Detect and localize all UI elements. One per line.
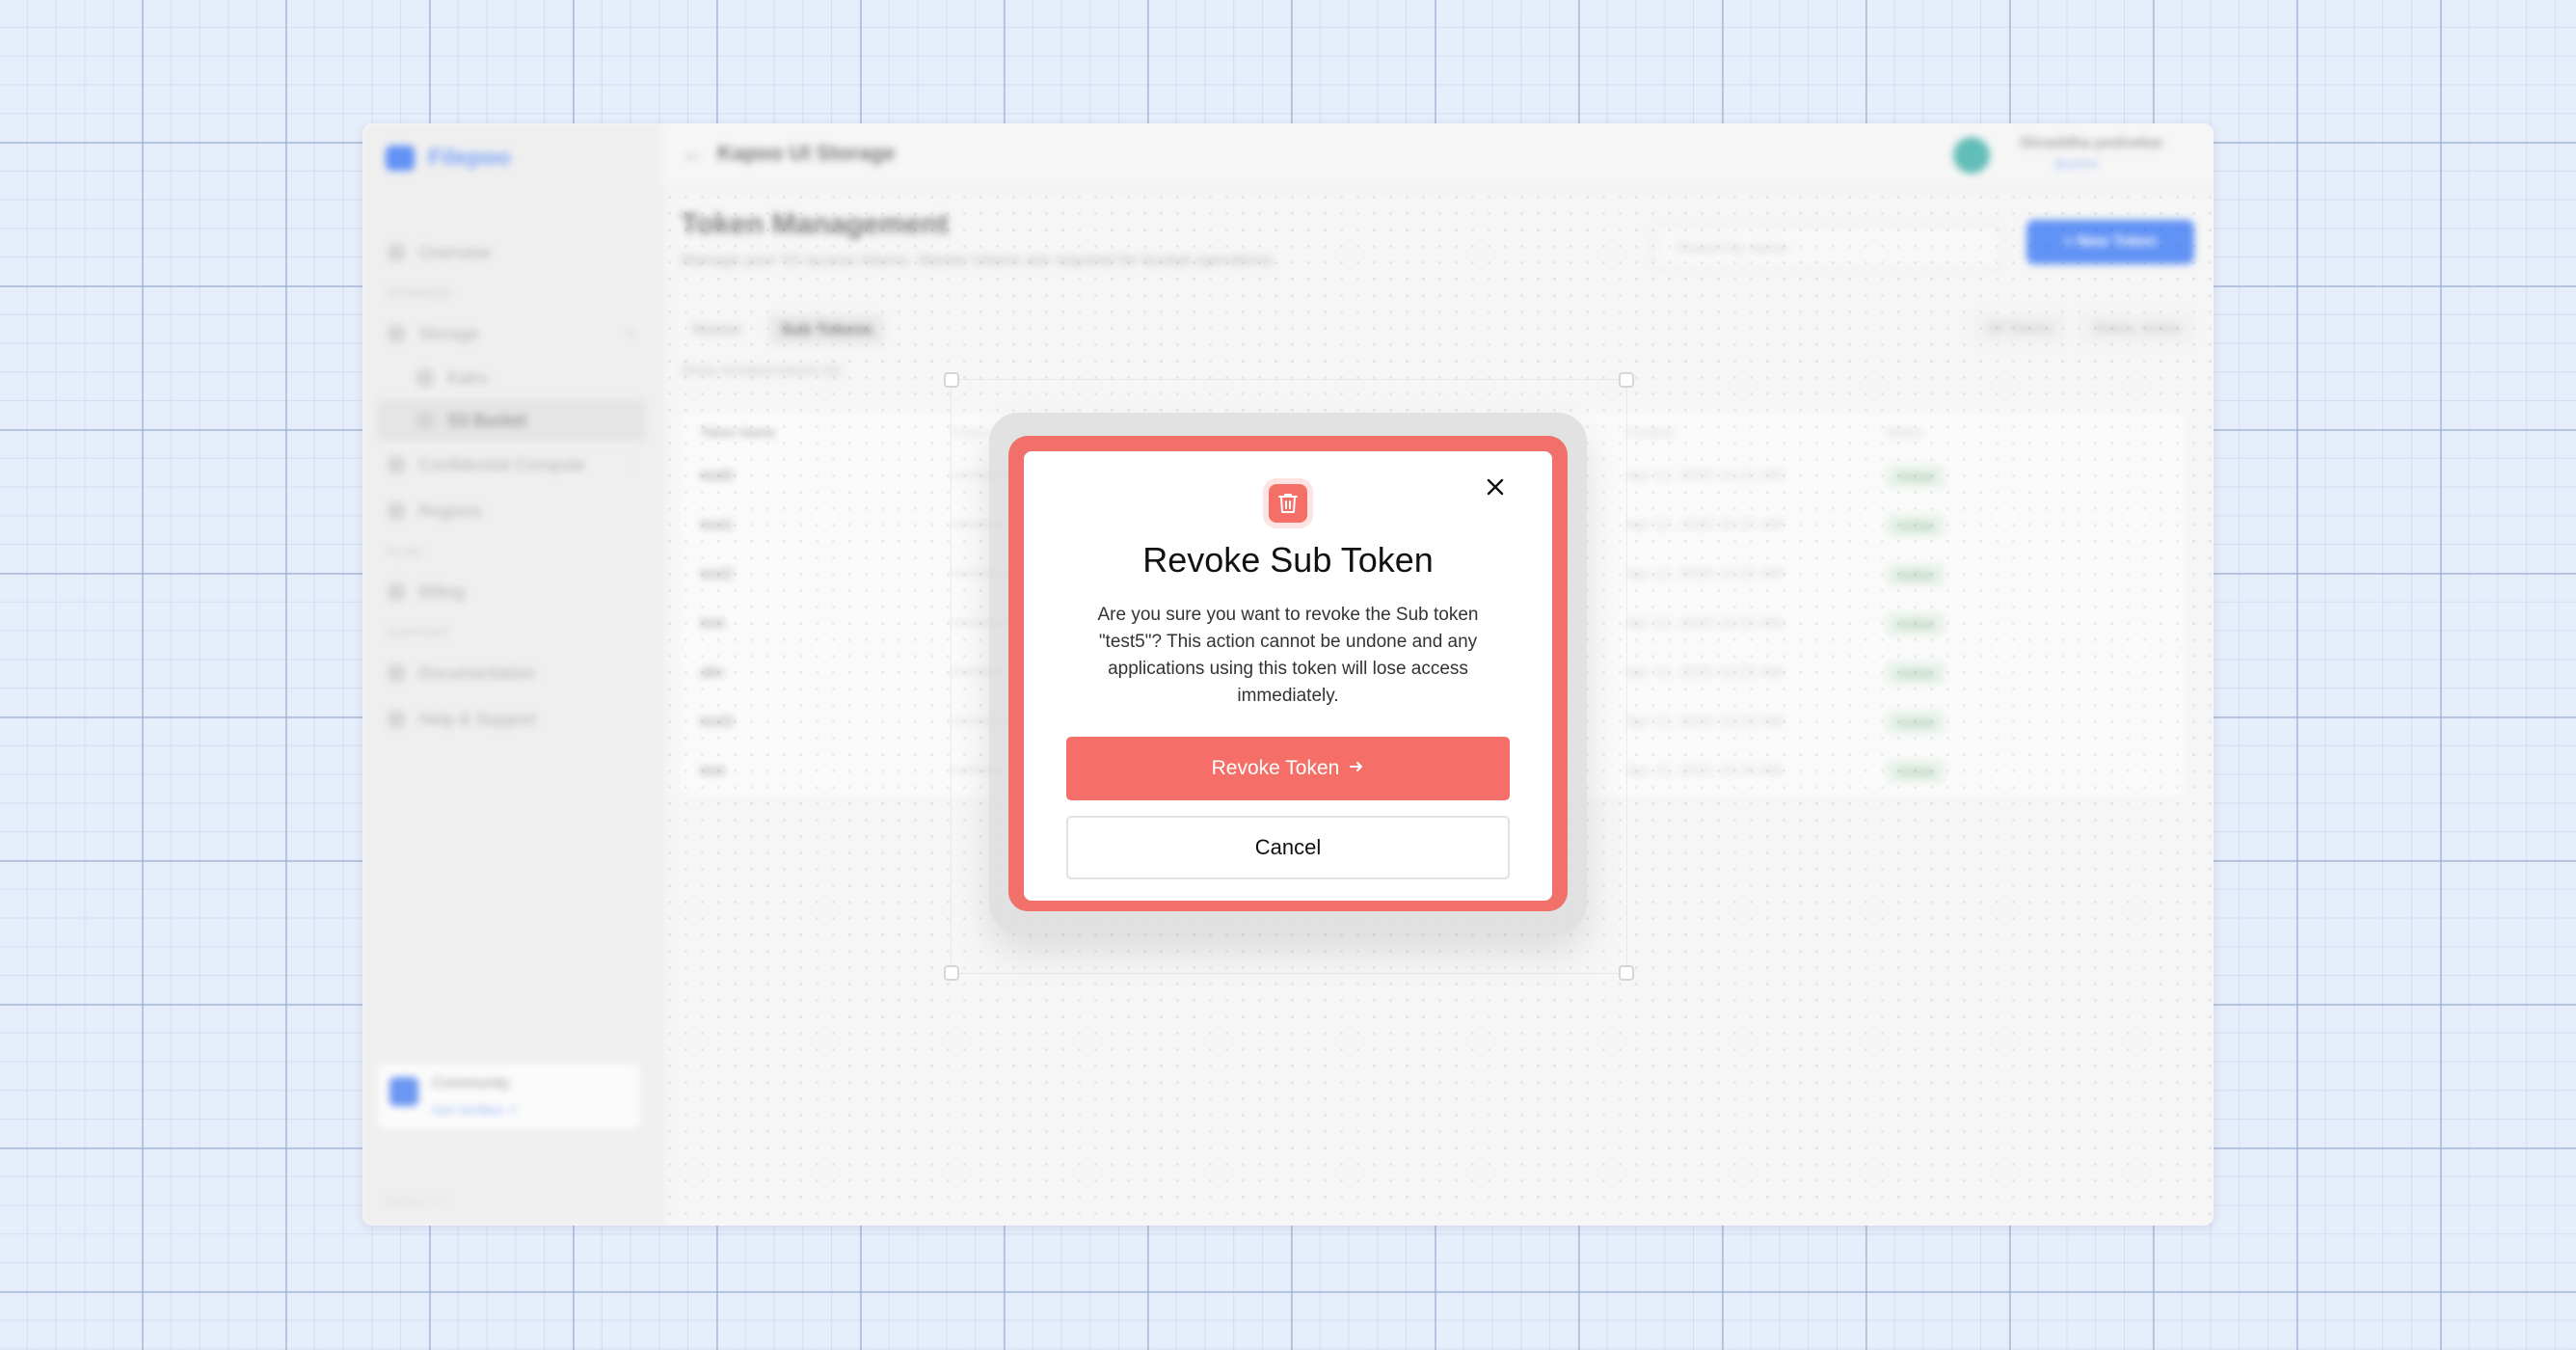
- trash-icon: [1269, 484, 1307, 523]
- revoke-token-label: Revoke Token: [1211, 757, 1340, 779]
- revoke-token-dialog: Revoke Sub Token Are you sure you want t…: [1024, 451, 1552, 901]
- close-icon[interactable]: [1479, 471, 1512, 503]
- revoke-token-button[interactable]: Revoke Token: [1066, 737, 1510, 800]
- cancel-button[interactable]: Cancel: [1066, 816, 1510, 879]
- dialog-title: Revoke Sub Token: [1142, 540, 1434, 580]
- dialog-message: Are you sure you want to revoke the Sub …: [1097, 605, 1479, 706]
- arrow-right-icon: [1349, 757, 1364, 780]
